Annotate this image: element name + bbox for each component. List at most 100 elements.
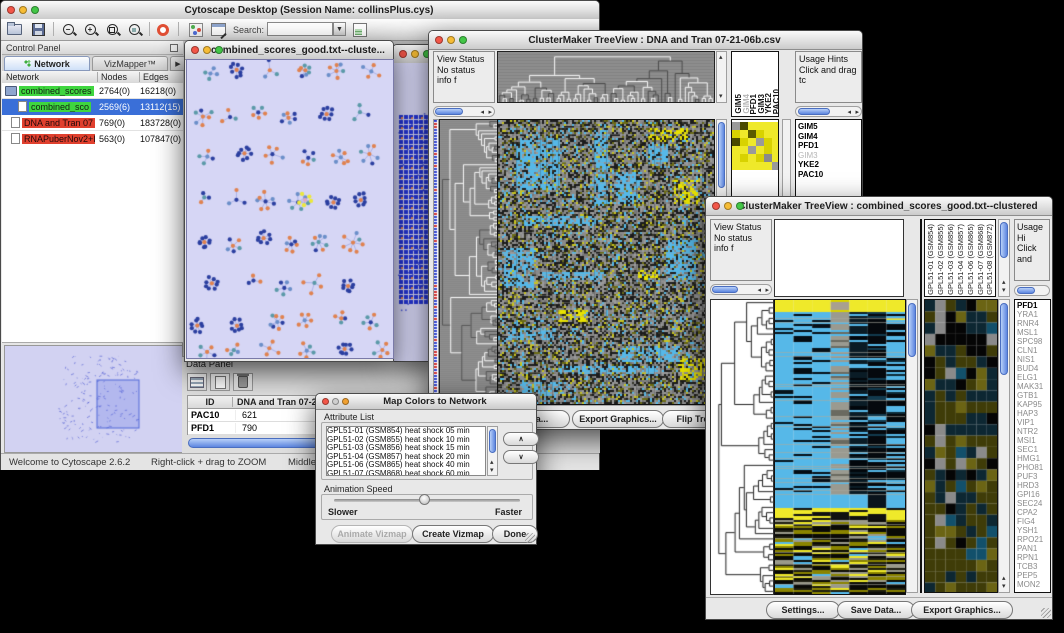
col-nodes[interactable]: Nodes [98,72,140,82]
gene-label[interactable]: GTB1 [1017,391,1048,400]
table-mode-icon[interactable] [187,373,207,391]
minimize-button[interactable] [203,46,211,54]
gene-label[interactable]: ELG1 [1017,373,1048,382]
gene-label[interactable]: YRA1 [1017,310,1048,319]
birdseye-view[interactable] [4,345,183,453]
tv1-heatmap[interactable] [497,119,715,405]
gene-label[interactable]: NTR2 [1017,427,1048,436]
close-button[interactable] [322,398,329,405]
network-list-row[interactable]: DNA and Tran 07769(0)183728(0) [2,115,183,131]
treeview2-title-bar[interactable]: ClusterMaker TreeView : combined_scores_… [706,197,1052,216]
column-label[interactable]: GPL51-08 (GSM872) [985,224,994,295]
network-window-title-bar[interactable]: combined_scores_good.txt--cluste... [185,41,393,60]
gene-label[interactable]: HAP3 [1017,409,1048,418]
help-lifering-icon[interactable] [154,21,172,38]
tv2-left-hscrollbar[interactable]: ◂▸ [710,284,772,295]
column-label[interactable]: GPL51-06 (GSM865) [966,224,975,295]
gene-label[interactable]: SEC24 [1017,499,1048,508]
gene-label[interactable]: GIM5 [798,122,859,132]
tv2-zoom-heatmap[interactable] [924,299,998,593]
close-button[interactable] [191,46,199,54]
tv1-right-hscrollbar[interactable]: ◂▸ [795,106,862,117]
network-list-row[interactable]: combined_sco2569(6)13112(15) [2,99,183,115]
main-title-bar[interactable]: Cytoscape Desktop (Session Name: collins… [1,1,599,20]
tv2-heatmap[interactable] [774,299,906,595]
gene-label[interactable]: MSI1 [1017,436,1048,445]
move-down-button[interactable]: ∨ [503,450,539,464]
minimize-button[interactable] [724,202,732,210]
float-panel-icon[interactable] [170,44,178,52]
attribute-item[interactable]: GPL51-07 (GSM868) heat shock 60 min [327,470,485,476]
gene-label[interactable]: RPO21 [1017,535,1048,544]
resize-grip[interactable] [1041,608,1051,618]
tv1-row-dendrogram[interactable] [439,119,499,405]
zoom-button[interactable] [342,398,349,405]
gene-label[interactable]: SPC98 [1017,337,1048,346]
zoom-button[interactable] [31,6,39,14]
delete-attribute-icon[interactable] [233,373,253,391]
zoom-button[interactable] [736,202,744,210]
gene-label[interactable]: KAP95 [1017,400,1048,409]
tv2-right-hscrollbar[interactable] [1014,285,1050,296]
tv2-main-vscrollbar[interactable] [906,299,918,593]
col-edges[interactable]: Edges [140,72,183,82]
attribute-list-vscrollbar[interactable]: ▴▾ [487,426,498,476]
save-icon[interactable] [29,21,47,38]
dialog-title-bar[interactable]: Map Colors to Network [316,394,536,410]
treeview-button[interactable]: Settings... [766,601,840,619]
minimize-button[interactable] [19,6,27,14]
search-dropdown-button[interactable]: ▼ [333,22,346,36]
create-vizmap-button[interactable]: Create Vizmap [412,525,494,543]
close-button[interactable] [712,202,720,210]
close-button[interactable] [7,6,15,14]
tv2-collabel-vscrollbar[interactable]: ▴▾ [998,219,1010,297]
tv2-zoom-vscrollbar[interactable]: ▴▾ [998,299,1010,593]
gene-label[interactable]: YSH1 [1017,526,1048,535]
column-label[interactable]: PAC10 [772,89,779,114]
animate-vizmap-button[interactable]: Animate Vizmap [331,525,413,543]
gene-label[interactable]: CLN1 [1017,346,1048,355]
gene-label[interactable]: HMG1 [1017,454,1048,463]
network-view-canvas[interactable] [186,59,394,359]
gene-label[interactable]: MAK31 [1017,382,1048,391]
gene-label[interactable]: HRD3 [1017,481,1048,490]
gene-label[interactable]: GPI16 [1017,490,1048,499]
treeview1-title-bar[interactable]: ClusterMaker TreeView : DNA and Tran 07-… [429,31,862,50]
vizmapper-icon[interactable] [187,21,205,38]
gene-label[interactable]: RNR4 [1017,319,1048,328]
move-up-button[interactable]: ∧ [503,432,539,446]
tv1-top-vscrollbar[interactable]: ▴▾ [716,51,727,103]
zoom-selected-icon[interactable] [125,21,143,38]
close-button[interactable] [435,36,443,44]
import-table-icon[interactable] [351,21,369,38]
gene-label[interactable]: TCB3 [1017,562,1048,571]
zoom-out-icon[interactable]: − [59,21,77,38]
column-label[interactable]: GPL51-02 (GSM855) [936,224,945,295]
column-label[interactable]: GPL51-07 (GSM868) [976,224,985,295]
column-label[interactable]: GPL51-03 (GSM856) [946,224,955,295]
new-attribute-icon[interactable] [210,373,230,391]
gene-label[interactable]: NIS1 [1017,355,1048,364]
tv1-left-hscrollbar[interactable]: ◂▸ [433,106,495,117]
gene-label[interactable]: GIM4 [798,132,859,142]
column-label[interactable]: GPL51-01 (GSM854) [926,224,935,295]
minimize-button[interactable] [411,50,419,58]
annotation-icon[interactable] [209,21,227,38]
zoom-in-icon[interactable]: + [81,21,99,38]
gene-label[interactable]: CPA2 [1017,508,1048,517]
gene-label[interactable]: MON2 [1017,580,1048,589]
treeview-button[interactable]: Export Graphics... [572,410,664,428]
zoom-fit-icon[interactable] [103,21,121,38]
speed-slider-thumb[interactable] [419,494,430,505]
zoom-button[interactable] [459,36,467,44]
open-file-icon[interactable] [5,21,23,38]
gene-label[interactable]: PAN1 [1017,544,1048,553]
treeview-button[interactable]: Export Graphics... [911,601,1013,619]
resize-grip[interactable] [525,533,535,543]
search-input[interactable] [267,22,333,36]
id-header[interactable]: ID [188,397,233,407]
close-button[interactable] [399,50,407,58]
gene-label[interactable]: GIM3 [798,151,859,161]
tab-vizmapper[interactable]: VizMapper™ [92,56,168,71]
gene-label[interactable]: PFD1 [798,141,859,151]
